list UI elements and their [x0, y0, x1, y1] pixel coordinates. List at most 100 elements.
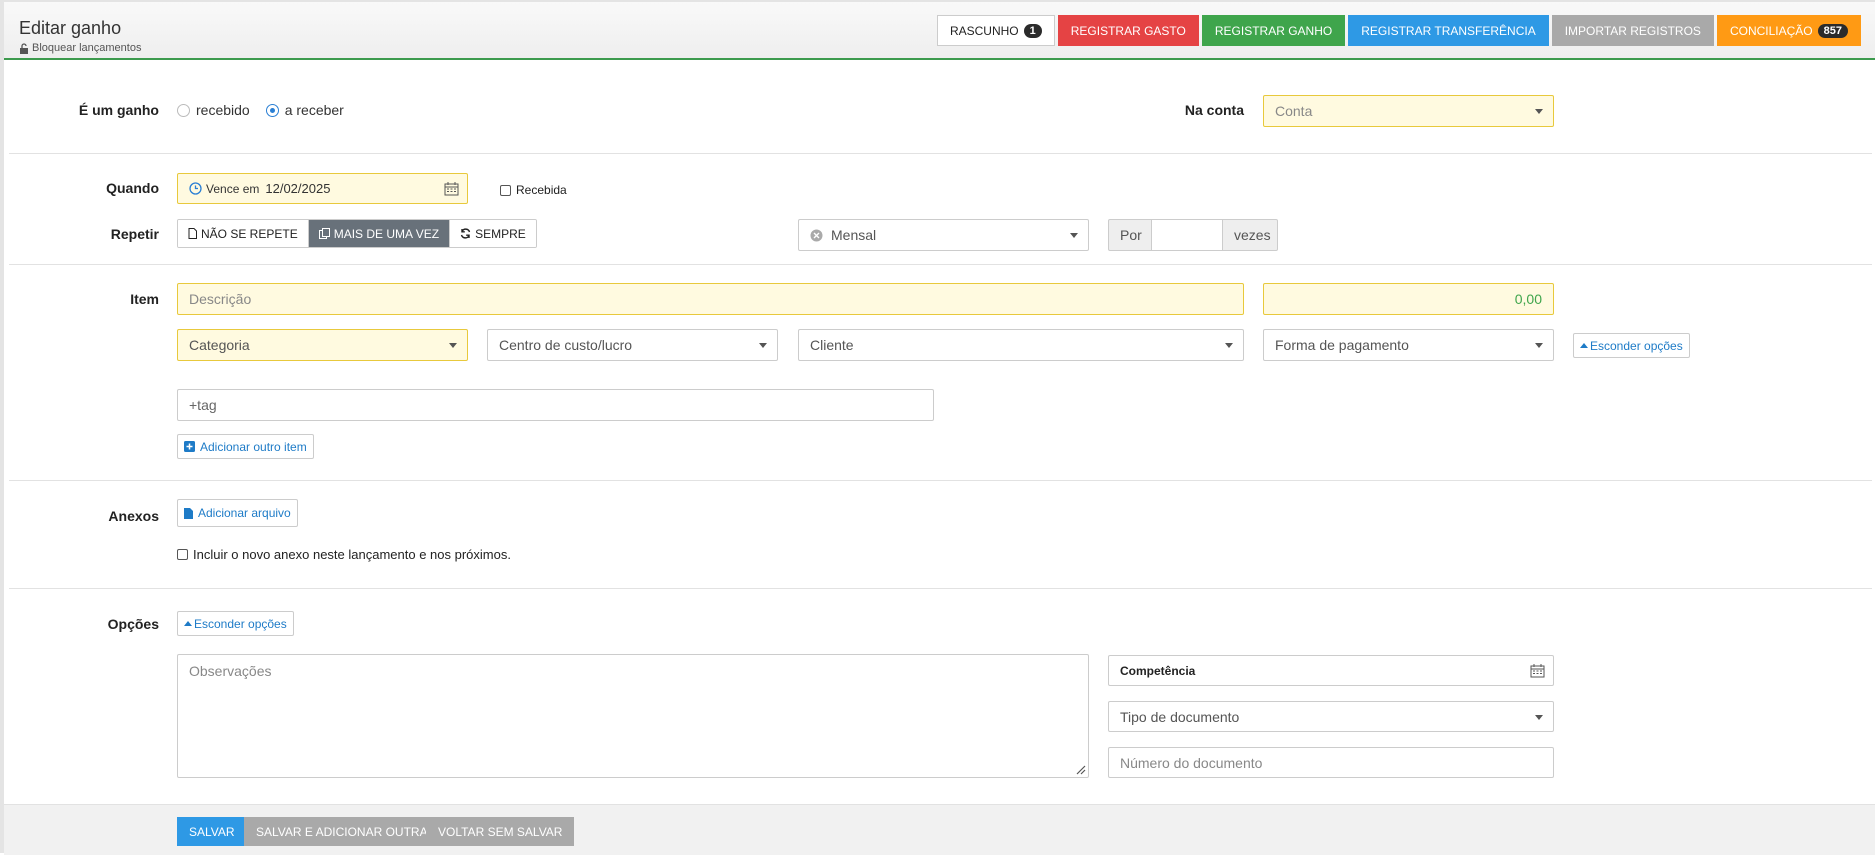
include-attachment-checkbox[interactable]: [177, 549, 188, 560]
toolbar: RASCUNHO 1 REGISTRAR GASTO REGISTRAR GAN…: [936, 15, 1861, 46]
document-type-placeholder: Tipo de documento: [1120, 708, 1240, 725]
amount-input[interactable]: 0,00: [1263, 283, 1554, 315]
status-to-receive-radio[interactable]: [265, 103, 279, 117]
chevron-down-icon: [1535, 343, 1543, 348]
unlock-icon: [20, 42, 28, 54]
attachments-label: Anexos: [108, 508, 159, 524]
reconciliation-count-badge: 857: [1817, 23, 1848, 38]
due-prefix: Vence em: [206, 181, 260, 196]
clear-icon[interactable]: [810, 229, 823, 242]
draft-count-badge: 1: [1023, 23, 1042, 38]
document-number-placeholder: Número do documento: [1120, 754, 1263, 771]
description-placeholder: Descrição: [189, 291, 252, 307]
add-file-button[interactable]: Adicionar arquivo: [177, 499, 298, 527]
item-hide-options-label: Esconder opções: [1590, 338, 1683, 353]
received-label: Recebida: [516, 183, 567, 197]
status-received-radio[interactable]: [177, 103, 190, 117]
chevron-down-icon: [759, 343, 767, 348]
file-icon: [184, 507, 193, 519]
calendar-icon[interactable]: [1530, 664, 1545, 678]
description-input[interactable]: Descrição: [177, 283, 1244, 315]
clock-icon: [189, 182, 202, 195]
divider: [9, 588, 1872, 589]
payment-method-placeholder: Forma de pagamento: [1275, 337, 1409, 353]
repeat-option-multiple-label: MAIS DE UMA VEZ: [333, 226, 440, 241]
import-records-button[interactable]: IMPORTAR REGISTROS: [1551, 15, 1714, 46]
lock-entries-link[interactable]: Bloquear lançamentos: [19, 42, 141, 54]
notes-textarea[interactable]: Observações: [177, 654, 1089, 778]
competence-label: Competência: [1120, 663, 1196, 678]
status-received-label: recebido: [196, 102, 250, 118]
caret-up-icon: [184, 621, 192, 626]
document-number-input[interactable]: Número do documento: [1108, 747, 1554, 778]
include-attachment-label: Incluir o novo anexo neste lançamento e …: [193, 547, 511, 562]
received-checkbox-group: Recebida: [500, 183, 567, 197]
options-hide-button[interactable]: Esconder opções: [177, 611, 294, 636]
refresh-icon: [460, 228, 471, 239]
competence-input[interactable]: Competência: [1108, 655, 1554, 686]
reconciliation-label: CONCILIAÇÃO: [1729, 23, 1813, 38]
payment-method-select[interactable]: Forma de pagamento: [1263, 329, 1554, 361]
repeat-option-multiple[interactable]: MAIS DE UMA VEZ: [308, 220, 451, 247]
repeat-option-never[interactable]: NÃO SE REPETE: [178, 220, 309, 247]
repeat-option-never-label: NÃO SE REPETE: [201, 226, 298, 241]
options-hide-label: Esconder opções: [194, 616, 287, 631]
repeat-segmented-control: NÃO SE REPETE MAIS DE UMA VEZ SEMPRE: [177, 219, 537, 248]
account-placeholder: Conta: [1275, 103, 1313, 119]
chevron-down-icon: [1225, 343, 1233, 348]
add-item-button[interactable]: Adicionar outro item: [177, 434, 314, 459]
when-label: Quando: [106, 180, 159, 196]
due-date-input[interactable]: Vence em 12/02/2025: [177, 173, 468, 204]
caret-up-icon: [1580, 343, 1588, 348]
register-expense-button[interactable]: REGISTRAR GASTO: [1057, 15, 1199, 46]
chevron-down-icon: [449, 343, 457, 348]
save-and-add-button[interactable]: SALVAR E ADICIONAR OUTRA: [244, 817, 440, 846]
is-income-label: É um ganho: [78, 102, 159, 118]
add-file-label: Adicionar arquivo: [198, 506, 291, 520]
client-placeholder: Cliente: [810, 337, 854, 353]
tag-input[interactable]: +tag: [177, 389, 934, 421]
client-select[interactable]: Cliente: [798, 329, 1244, 361]
tag-placeholder: +tag: [189, 397, 217, 413]
item-label: Item: [130, 291, 159, 307]
page-title: Editar ganho: [19, 18, 122, 38]
divider: [9, 153, 1872, 154]
resize-handle-icon[interactable]: [1076, 765, 1086, 775]
chevron-down-icon: [1535, 109, 1543, 114]
register-transfer-button[interactable]: REGISTRAR TRANSFERÊNCIA: [1348, 15, 1549, 46]
divider: [9, 264, 1872, 265]
item-hide-options-button[interactable]: Esconder opções: [1573, 333, 1690, 358]
lock-entries-label: Bloquear lançamentos: [32, 42, 142, 54]
times-input[interactable]: [1151, 219, 1223, 251]
notes-placeholder: Observações: [189, 663, 272, 679]
frequency-value: Mensal: [831, 227, 877, 243]
reconciliation-button[interactable]: CONCILIAÇÃO 857: [1716, 15, 1861, 46]
por-addon: Por: [1108, 219, 1152, 251]
header: Editar ganho Bloquear lançamentos RASCUN…: [4, 2, 1875, 60]
repeat-label: Repetir: [110, 226, 159, 242]
cost-center-select[interactable]: Centro de custo/lucro: [487, 329, 778, 361]
account-select[interactable]: Conta: [1263, 95, 1554, 127]
options-label: Opções: [107, 616, 159, 632]
add-item-label: Adicionar outro item: [200, 439, 307, 454]
received-checkbox[interactable]: [500, 184, 511, 196]
status-to-receive-label: a receber: [284, 102, 344, 118]
chevron-down-icon: [1070, 233, 1078, 238]
document-type-select[interactable]: Tipo de documento: [1108, 701, 1554, 732]
register-income-button[interactable]: REGISTRAR GANHO: [1201, 15, 1346, 46]
status-radio-group: recebido a receber: [177, 102, 344, 118]
plus-square-icon: [184, 441, 195, 452]
cost-center-placeholder: Centro de custo/lucro: [499, 337, 633, 353]
draft-label: RASCUNHO: [949, 23, 1019, 38]
copy-icon: [318, 228, 330, 239]
draft-button[interactable]: RASCUNHO 1: [936, 15, 1055, 46]
calendar-icon[interactable]: [444, 182, 459, 196]
file-icon: [188, 228, 197, 239]
account-label: Na conta: [1184, 102, 1244, 118]
repeat-option-always[interactable]: SEMPRE: [450, 220, 536, 247]
back-without-saving-button[interactable]: VOLTAR SEM SALVAR: [426, 817, 575, 846]
category-select[interactable]: Categoria: [177, 329, 468, 361]
save-button[interactable]: SALVAR: [177, 817, 247, 846]
frequency-select[interactable]: Mensal: [798, 219, 1089, 251]
repeat-option-always-label: SEMPRE: [475, 226, 526, 241]
